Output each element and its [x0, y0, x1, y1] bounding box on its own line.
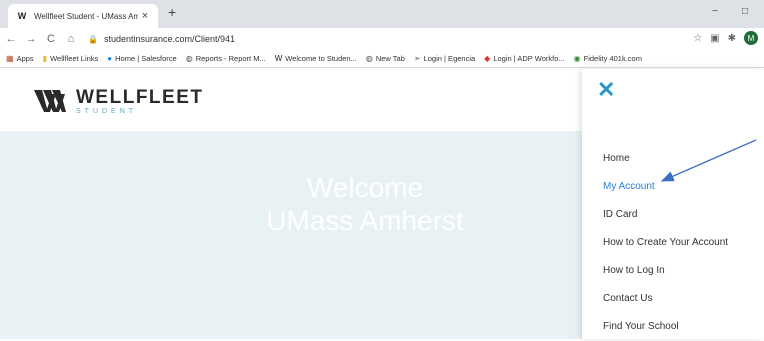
- wellfleet-logo[interactable]: WELLFLEET STUDENT: [34, 88, 203, 116]
- tab-close-icon[interactable]: ×: [138, 10, 152, 22]
- bookmark-label: Login | Egencia: [423, 54, 476, 63]
- bookmark-item[interactable]: ● Home | Salesforce: [107, 54, 176, 63]
- bookmark-item[interactable]: W Welcome to Studen...: [275, 54, 357, 63]
- bookmark-item[interactable]: ▮ Wellfleet Links: [43, 54, 99, 63]
- lock-icon[interactable]: 🔒: [88, 35, 98, 44]
- menu-item-my-account[interactable]: My Account: [603, 173, 728, 201]
- toolbar-right: ☆ ▣ ✱ M: [693, 31, 758, 45]
- url-text[interactable]: studentinsurance.com/Client/941: [104, 34, 235, 44]
- bookmark-item[interactable]: ◍ Reports - Report M...: [186, 54, 266, 63]
- reload-icon[interactable]: C: [42, 33, 60, 45]
- bookmark-label: Welcome to Studen...: [285, 54, 357, 63]
- bookmark-label: Wellfleet Links: [50, 54, 99, 63]
- salesforce-cloud-icon: ●: [107, 54, 113, 63]
- tab-title: Wellfleet Student - UMass Amhe: [34, 11, 138, 21]
- bookmark-item[interactable]: ➣ Login | Egencia: [414, 54, 475, 63]
- extension-icon[interactable]: ▣: [710, 33, 719, 44]
- bookmark-star-icon[interactable]: ☆: [693, 33, 702, 44]
- logo-wordmark: WELLFLEET: [76, 87, 204, 108]
- back-icon[interactable]: ←: [2, 33, 20, 45]
- address-bar[interactable]: 🔒 studentinsurance.com/Client/941: [88, 30, 678, 48]
- bookmarks-bar: ▦ Apps ▮ Wellfleet Links ● Home | Salesforce ◍…: [0, 50, 764, 68]
- bookmark-item[interactable]: ▦ Apps: [6, 54, 34, 63]
- minimize-icon[interactable]: −: [712, 6, 718, 17]
- menu-close-icon[interactable]: ✕: [597, 79, 615, 101]
- menu-item-home[interactable]: Home: [603, 145, 728, 173]
- bookmark-label: Reports - Report M...: [195, 54, 266, 63]
- globe-icon: ◍: [365, 54, 373, 63]
- profile-avatar[interactable]: M: [744, 31, 758, 45]
- hero-subtitle: UMass Amherst: [266, 205, 464, 236]
- menu-item-find-your-school[interactable]: Find Your School: [603, 313, 728, 341]
- bookmark-item[interactable]: ◍ New Tab: [366, 54, 405, 63]
- menu-item-how-to-create-your-account[interactable]: How to Create Your Account: [603, 229, 728, 257]
- bookmark-item[interactable]: ◆ Login | ADP Workfo...: [484, 54, 564, 63]
- restore-icon[interactable]: □: [742, 6, 748, 17]
- menu-list: Home My Account ID Card How to Create Your …: [603, 145, 728, 341]
- navigation-bar: ← → C ⌂ 🔒 studentinsurance.com/Client/94…: [0, 28, 764, 50]
- wellfleet-favicon-icon: W: [17, 11, 27, 21]
- menu-item-how-to-log-in[interactable]: How to Log In: [603, 257, 728, 285]
- menu-item-id-card[interactable]: ID Card: [603, 201, 728, 229]
- wellfleet-mark-icon: [34, 90, 66, 112]
- hero-title: Welcome: [306, 172, 424, 203]
- folder-icon: ▮: [42, 54, 48, 63]
- menu-item-contact-us[interactable]: Contact Us: [603, 285, 728, 313]
- apps-grid-icon: ▦: [6, 54, 14, 63]
- bookmark-label: Home | Salesforce: [115, 54, 177, 63]
- egencia-icon: ➣: [413, 54, 421, 63]
- tab-wellfleet[interactable]: W Wellfleet Student - UMass Amhe ×: [8, 4, 158, 28]
- home-icon[interactable]: ⌂: [62, 33, 80, 45]
- new-tab-button[interactable]: +: [168, 4, 176, 20]
- wellfleet-icon: W: [274, 54, 283, 63]
- tab-strip: W Wellfleet Student - UMass Amhe × + − □: [0, 0, 764, 28]
- bookmark-label: Apps: [16, 54, 34, 63]
- fidelity-icon: ◉: [573, 54, 581, 63]
- bookmark-label: Fidelity 401k.com: [583, 54, 642, 63]
- forward-icon[interactable]: →: [22, 33, 40, 45]
- logo-subtitle: STUDENT: [76, 108, 138, 115]
- adp-icon: ◆: [484, 54, 491, 63]
- extensions-puzzle-icon[interactable]: ✱: [728, 33, 736, 44]
- slide-out-menu: ✕ Home My Account ID Card How to Create You…: [582, 69, 764, 339]
- bookmark-label: Login | ADP Workfo...: [493, 54, 565, 63]
- bookmark-item[interactable]: ◉ Fidelity 401k.com: [574, 54, 642, 63]
- globe-icon: ◍: [185, 54, 193, 63]
- bookmark-label: New Tab: [375, 54, 405, 63]
